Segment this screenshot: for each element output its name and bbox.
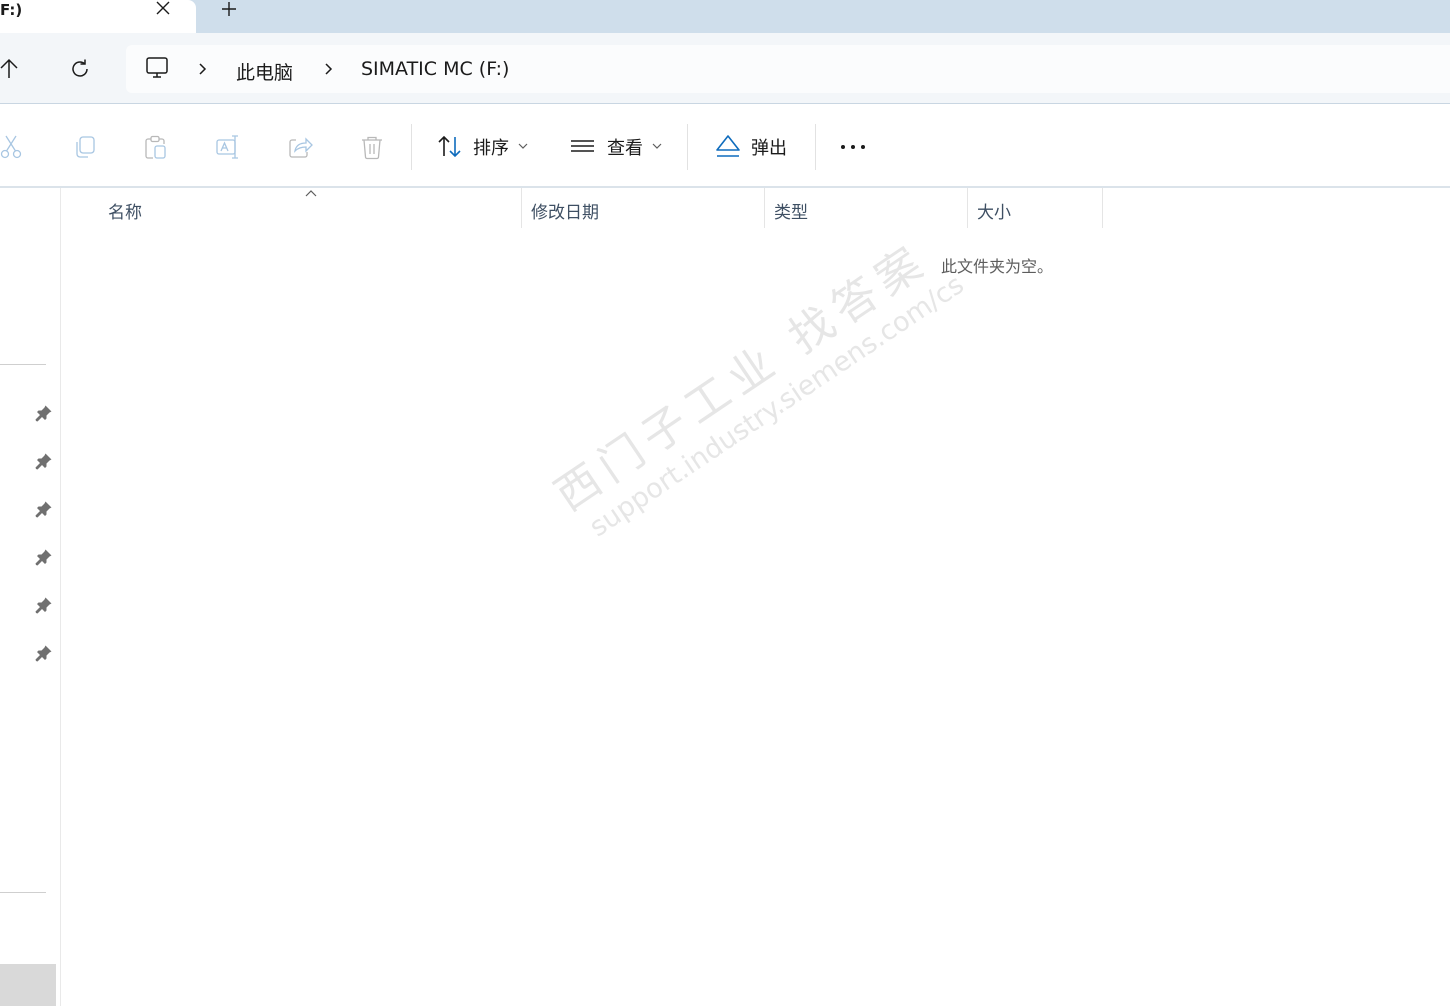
nav-separator [0,892,46,893]
tab-strip: F:) [0,0,1450,33]
breadcrumb-item-drive[interactable]: SIMATIC MC (F:) [361,58,509,80]
close-icon[interactable] [154,0,172,18]
more-icon[interactable] [840,134,866,160]
arrow-up-icon[interactable] [0,57,24,81]
column-header-size[interactable]: 大小 [968,188,1102,228]
watermark: 西门子工业 找答案 support.industry.siemens.com/c… [540,216,970,549]
toolbar-divider [687,124,688,170]
pin-icon[interactable] [35,500,53,518]
pin-icon[interactable] [35,404,53,422]
eject-button[interactable]: 弹出 [710,104,806,186]
copy-icon[interactable] [72,134,98,160]
breadcrumb-item-this-pc[interactable]: 此电脑 [236,58,293,85]
column-header-name[interactable]: 名称 [61,188,521,228]
toolbar-divider [411,124,412,170]
rename-icon[interactable] [215,134,241,160]
pin-icon[interactable] [35,452,53,470]
address-bar[interactable]: 此电脑 SIMATIC MC (F:) [126,45,1450,93]
column-separator[interactable] [1102,188,1103,228]
share-icon[interactable] [287,134,313,160]
nav-item-selected[interactable] [0,964,56,1006]
monitor-icon[interactable] [145,56,169,80]
sort-label: 排序 [473,138,509,159]
sort-icon [438,135,461,158]
view-list-icon [571,140,594,152]
command-bar: 排序 查看 弹出 [0,104,1450,186]
chevron-right-icon[interactable] [322,62,336,76]
column-label-size: 大小 [977,203,1011,223]
eject-label: 弹出 [751,138,787,159]
plus-icon[interactable] [219,0,239,20]
chevron-down-icon [518,143,528,149]
pin-icon[interactable] [35,644,53,662]
tab-title: F:) [0,1,23,19]
toolbar-divider [815,124,816,170]
delete-icon[interactable] [359,134,385,160]
paste-icon[interactable] [143,134,169,160]
column-header-type[interactable]: 类型 [765,188,967,228]
refresh-icon[interactable] [68,57,92,81]
nav-separator [0,364,46,365]
watermark-line1: 西门子工业 找答案 [546,234,938,522]
column-header-date-modified[interactable]: 修改日期 [522,188,764,228]
watermark-line2: support.industry.siemens.com/cs [584,269,970,544]
cut-icon[interactable] [0,134,26,160]
chevron-right-icon[interactable] [196,62,210,76]
navigation-pane [0,188,61,1006]
eject-icon [716,135,740,157]
tab-current[interactable]: F:) [0,0,196,33]
column-label-type: 类型 [774,203,808,223]
empty-folder-message: 此文件夹为空。 [941,257,1054,276]
chevron-down-icon [652,143,662,149]
view-button[interactable]: 查看 [566,104,674,186]
view-label: 查看 [607,138,643,159]
pin-icon[interactable] [35,596,53,614]
navigation-bar: 此电脑 SIMATIC MC (F:) [0,33,1450,104]
sort-button[interactable]: 排序 [430,104,538,186]
pin-icon[interactable] [35,548,53,566]
column-label-date-modified: 修改日期 [531,203,599,223]
column-label-name: 名称 [108,203,142,223]
